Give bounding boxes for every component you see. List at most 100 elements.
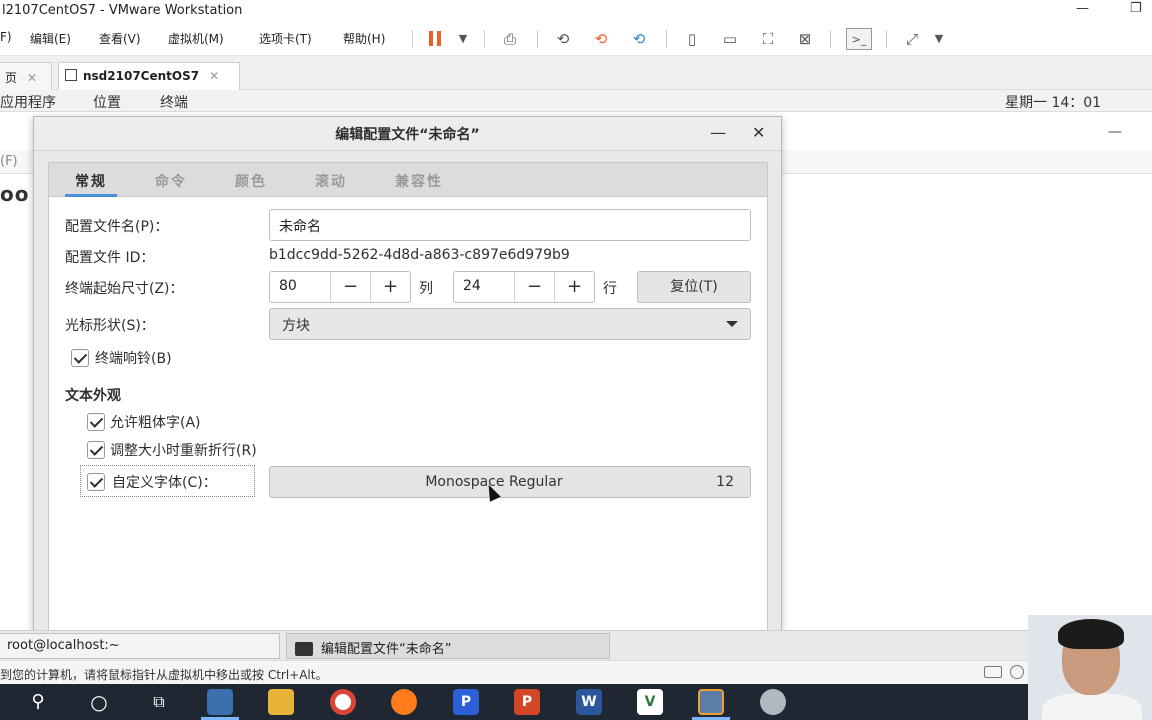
menu-tabs[interactable]: 选项卡(T) <box>259 30 312 47</box>
word-icon[interactable]: W <box>576 689 602 715</box>
rows-increment-button[interactable]: + <box>554 272 594 302</box>
fullscreen-icon[interactable]: ⛶ <box>757 28 779 50</box>
taskbar-item-label: 编辑配置文件“未命名” <box>321 642 452 657</box>
terminal-icon[interactable]: >_ <box>846 28 872 50</box>
minimize-window-button[interactable]: — <box>1076 1 1089 16</box>
cortana-icon[interactable]: ○ <box>86 689 112 715</box>
terminal-bell-checkbox[interactable] <box>71 349 89 367</box>
workstation-icon[interactable] <box>698 689 724 715</box>
task-view-icon[interactable]: ⧉ <box>146 689 172 715</box>
cd-icon[interactable] <box>1010 665 1024 679</box>
vmware-tab-strip: 页 ✕ nsd2107CentOS7 ✕ <box>0 56 1152 90</box>
reset-button[interactable]: 复位(T) <box>637 271 751 303</box>
revert-snapshot-icon[interactable]: ⟲ <box>590 28 612 50</box>
hard-disk-icon[interactable] <box>984 666 1002 678</box>
gnome-top-bar: 应用程序 位置 终端 星期一 14：01 <box>0 90 1152 112</box>
columns-spinner[interactable]: 80 − + <box>269 271 411 303</box>
text-appearance-heading: 文本外观 <box>65 388 121 404</box>
close-icon[interactable]: ✕ <box>209 69 219 83</box>
rewrap-label[interactable]: 调整大小时重新折行(R) <box>110 440 257 460</box>
taskbar-item-profile-dialog[interactable]: 编辑配置文件“未命名” <box>286 633 610 659</box>
file-explorer-icon[interactable] <box>268 689 294 715</box>
tab-home[interactable]: 页 ✕ <box>0 62 52 90</box>
tab-scrolling[interactable]: 滚动 <box>315 171 347 191</box>
tab-label: nsd2107CentOS7 <box>83 69 200 83</box>
font-chooser-button[interactable]: Monospace Regular 12 <box>269 466 751 498</box>
tab-command[interactable]: 命令 <box>155 171 187 191</box>
profile-id-value: b1dcc9dd-5262-4d8d-a863-c897e6d979b9 <box>269 247 570 263</box>
vmware-status-bar: 到您的计算机，请将鼠标指针从虚拟机中移出或按 Ctrl+Alt。 <box>0 660 1152 684</box>
tab-general[interactable]: 常规 <box>65 171 117 197</box>
webcam-overlay <box>1028 615 1152 720</box>
paint-icon[interactable] <box>760 689 786 715</box>
vmware-icon[interactable]: V <box>637 689 663 715</box>
tab-compatibility[interactable]: 兼容性 <box>395 171 443 191</box>
menu-vm[interactable]: 虚拟机(M) <box>168 30 224 47</box>
tab-colors[interactable]: 颜色 <box>235 171 267 191</box>
snapshot-icon[interactable]: ⟲ <box>552 28 574 50</box>
menu-view[interactable]: 查看(V) <box>99 30 141 47</box>
allow-bold-checkbox[interactable] <box>87 413 105 431</box>
tab-strip: 常规 命令 颜色 滚动 兼容性 <box>49 163 767 197</box>
manage-snapshots-icon[interactable]: ⟲ <box>628 28 650 50</box>
dialog-title: 编辑配置文件“未命名” <box>335 127 480 143</box>
custom-font-checkbox[interactable] <box>87 473 105 491</box>
terminal-text: oo <box>0 182 30 206</box>
tab-label: 页 <box>5 71 18 85</box>
rows-value[interactable]: 24 <box>463 278 481 294</box>
vmware-title-bar: l2107CentOS7 - VMware Workstation — ❐ <box>0 0 1152 22</box>
allow-bold-label[interactable]: 允许粗体字(A) <box>110 412 201 432</box>
places-menu[interactable]: 位置 <box>93 92 121 112</box>
dialog-minimize-button[interactable]: — <box>710 123 726 142</box>
columns-increment-button[interactable]: + <box>370 272 410 302</box>
terminal-minimize-button[interactable]: — <box>1108 124 1122 140</box>
edit-profile-dialog: 编辑配置文件“未命名” — ✕ 常规 命令 颜色 滚动 兼容性 配置文件名(P)… <box>33 116 782 633</box>
person-body <box>1042 693 1142 720</box>
pause-dropdown-icon[interactable]: ▼ <box>452 28 474 50</box>
toolbar-separator <box>537 30 538 48</box>
rewrap-checkbox[interactable] <box>87 441 105 459</box>
taskbar-item-terminal[interactable]: root@localhost:~ <box>0 633 280 659</box>
vm-icon <box>65 69 77 81</box>
dialog-header: 编辑配置文件“未命名” — ✕ <box>34 117 781 151</box>
app-icon[interactable] <box>207 689 233 715</box>
columns-decrement-button[interactable]: − <box>330 272 370 302</box>
profile-name-input[interactable]: 未命名 <box>269 209 751 241</box>
clock[interactable]: 星期一 14：01 <box>1005 92 1101 112</box>
toolbar-separator <box>886 30 887 48</box>
cursor-shape-value: 方块 <box>282 318 310 334</box>
library-icon[interactable]: ▯ <box>681 28 703 50</box>
columns-value[interactable]: 80 <box>279 278 297 294</box>
stretch-icon[interactable]: ⤢ <box>901 28 923 50</box>
dialog-close-button[interactable]: ✕ <box>752 123 765 142</box>
terminal-menu[interactable]: 终端 <box>160 92 188 112</box>
send-keys-icon[interactable]: ⎙ <box>499 28 521 50</box>
cursor-shape-select[interactable]: 方块 <box>269 308 751 340</box>
profile-notebook: 常规 命令 颜色 滚动 兼容性 配置文件名(P)： 未命名 配置文件 ID： b… <box>48 162 768 633</box>
menu-edit[interactable]: 编辑(E) <box>30 30 71 47</box>
unity-icon[interactable]: ⊠ <box>794 28 816 50</box>
console-view-icon[interactable]: ▭ <box>719 28 741 50</box>
rows-spinner[interactable]: 24 − + <box>453 271 595 303</box>
chrome-icon[interactable] <box>330 689 356 715</box>
powerpoint-icon[interactable]: P <box>514 689 540 715</box>
custom-font-label[interactable]: 自定义字体(C)： <box>112 472 217 492</box>
rows-unit-label: 行 <box>603 281 617 297</box>
menu-help[interactable]: 帮助(H) <box>343 30 385 47</box>
rows-decrement-button[interactable]: − <box>514 272 554 302</box>
firefox-icon[interactable] <box>391 689 417 715</box>
search-icon[interactable]: ⚲ <box>25 689 51 715</box>
vmware-menubar: F) 编辑(E) 查看(V) 虚拟机(M) 选项卡(T) 帮助(H) ▼ ⎙ ⟲… <box>0 22 1152 56</box>
p-app-icon[interactable]: P <box>453 689 479 715</box>
menu-file[interactable]: F) <box>0 30 12 44</box>
toolbar-separator <box>412 30 413 48</box>
windows-taskbar: ⚲ ○ ⧉ P P W V <box>0 684 1152 720</box>
close-icon[interactable]: ✕ <box>27 71 37 85</box>
terminal-file-menu[interactable]: (F) <box>0 154 18 169</box>
restore-window-button[interactable]: ❐ <box>1130 1 1142 16</box>
terminal-bell-label[interactable]: 终端响铃(B) <box>95 348 172 368</box>
tab-vm[interactable]: nsd2107CentOS7 ✕ <box>58 62 240 90</box>
applications-menu[interactable]: 应用程序 <box>0 92 56 112</box>
profile-id-label: 配置文件 ID： <box>65 250 155 266</box>
stretch-dropdown-icon[interactable]: ▼ <box>928 28 950 50</box>
